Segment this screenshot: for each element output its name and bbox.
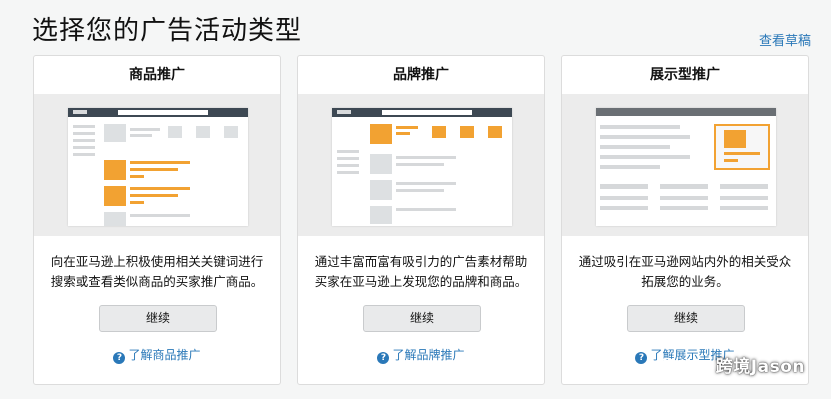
card-description: 向在亚马逊上积极使用相关关键词进行 搜索或查看类似商品的买家推广商品。 [50,254,264,289]
help-icon: ? [113,352,126,364]
continue-button[interactable]: 继续 [627,305,745,332]
help-icon: ? [635,352,648,364]
card-title: 商品推广 [129,67,185,83]
card-title: 品牌推广 [393,67,449,83]
watermark: 跨境Jason [715,357,805,377]
preview-illustration [34,94,280,236]
preview-illustration [562,94,808,236]
campaign-card-sponsored-brands[interactable]: 品牌推广 通过丰富而富有吸引力的广告素材帮助 买家在亚马逊上发现您的品牌和商品。 [297,55,545,385]
sponsored-brands-illustration [332,108,512,226]
sponsored-products-illustration [68,108,248,226]
campaign-card-sponsored-products[interactable]: 商品推广 向在亚马逊上积极使用相关关键词进行 搜索或查看类似商品的买家推广商品。… [33,55,281,385]
card-description: 通过丰富而富有吸引力的广告素材帮助 买家在亚马逊上发现您的品牌和商品。 [314,254,528,289]
sponsored-display-illustration [596,108,776,226]
help-icon: ? [377,352,390,364]
continue-button[interactable]: 继续 [363,305,481,332]
campaign-card-sponsored-display[interactable]: 展示型推广 通过吸引在亚马逊网站内外的相关受众 拓展您的业务。 继续 ? 了解展… [561,55,809,385]
card-description: 通过吸引在亚马逊网站内外的相关受众 拓展您的业务。 [578,254,792,289]
card-title: 展示型推广 [650,67,720,83]
page-title: 选择您的广告活动类型 [32,16,303,46]
learn-more-link[interactable]: ? 了解品牌推广 [298,346,544,364]
continue-button[interactable]: 继续 [99,305,217,332]
view-drafts-link[interactable]: 查看草稿 [759,30,811,49]
wechat-icon [659,357,680,373]
preview-illustration [298,94,544,236]
learn-more-link[interactable]: ? 了解商品推广 [34,346,280,364]
